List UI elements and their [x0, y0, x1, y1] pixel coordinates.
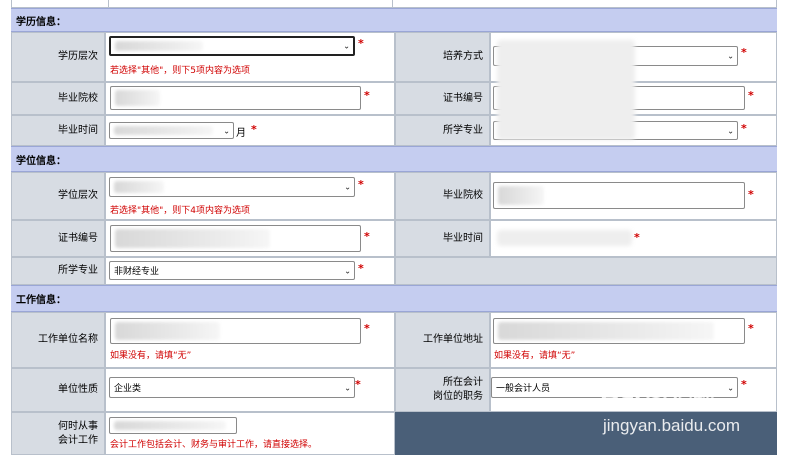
education-grad-time-label: 毕业时间	[11, 115, 105, 146]
section-title-degree: 学位信息：	[16, 155, 66, 167]
unit-address-hint: 如果没有，请填“无”	[494, 351, 576, 361]
degree-level-hint: 若选择"其他"，则下4项内容为选项	[110, 206, 251, 216]
degree-cert-label: 证书编号	[11, 220, 105, 257]
divider	[392, 0, 393, 8]
education-cert-label: 证书编号	[395, 82, 490, 115]
redacted-value	[498, 322, 714, 340]
chevron-down-icon: ⌄	[223, 126, 230, 135]
paw-icon	[644, 384, 668, 409]
section-header-education: 学历信息：	[11, 8, 777, 32]
required-mark: *	[358, 262, 364, 275]
redacted-value	[115, 322, 220, 340]
watermark-url: jingyan.baidu.com	[603, 416, 741, 435]
degree-grad-time-label: 毕业时间	[395, 220, 490, 257]
chevron-down-icon: ⌄	[727, 126, 734, 135]
education-major-label: 所学专业	[395, 115, 490, 146]
required-mark: *	[741, 122, 747, 135]
chevron-down-icon: ⌄	[343, 41, 350, 51]
required-mark: *	[748, 322, 754, 335]
unit-type-label: 单位性质	[11, 368, 105, 412]
section-title-education: 学历信息：	[16, 16, 66, 28]
degree-cert-input[interactable]	[110, 225, 361, 252]
chevron-down-icon: ⌄	[727, 51, 734, 61]
redacted-area	[497, 40, 635, 140]
unit-name-hint: 如果没有，请填“无”	[110, 351, 192, 361]
degree-major-label: 所学专业	[11, 257, 105, 285]
unit-address-label: 工作单位地址	[395, 312, 490, 368]
required-mark: *	[748, 89, 754, 102]
section-header-degree: 学位信息：	[11, 146, 777, 172]
education-school-label: 毕业院校	[11, 82, 105, 115]
month-suffix: 月	[236, 128, 246, 139]
chevron-down-icon: ⌄	[344, 182, 351, 192]
required-mark: *	[364, 230, 370, 243]
accounting-since-select[interactable]	[109, 417, 237, 434]
accounting-post-label: 所在会计 岗位的职务	[395, 368, 490, 412]
required-mark: *	[748, 188, 754, 201]
education-school-input[interactable]	[110, 86, 361, 110]
section-header-work: 工作信息：	[11, 285, 777, 312]
redacted-value	[114, 421, 226, 430]
required-mark: *	[355, 378, 361, 391]
required-mark: *	[358, 37, 364, 50]
education-level-select[interactable]: ⌄	[109, 36, 355, 56]
required-mark: *	[251, 123, 257, 136]
training-mode-label: 培养方式	[395, 32, 490, 82]
degree-major-select[interactable]: 非财经专业 ⌄	[109, 261, 355, 280]
redacted-value	[497, 230, 632, 246]
degree-level-label: 学位层次	[11, 172, 105, 220]
required-mark: *	[634, 231, 640, 244]
degree-major-value: 非财经专业	[114, 267, 160, 277]
required-mark: *	[364, 322, 370, 335]
degree-level-select[interactable]: ⌄	[109, 177, 355, 197]
unit-name-input[interactable]	[110, 318, 361, 344]
accounting-since-label: 何时从事 会计工作	[11, 412, 105, 455]
accounting-post-value: 一般会计人员	[496, 384, 551, 394]
redacted-value	[115, 41, 203, 51]
unit-name-label: 工作单位名称	[11, 312, 105, 368]
education-level-hint: 若选择"其他"，则下5项内容为选项	[110, 66, 251, 76]
watermark-brand: Bai	[600, 381, 642, 412]
required-mark: *	[358, 178, 364, 191]
redacted-value	[498, 186, 544, 205]
required-mark: *	[741, 46, 747, 59]
redacted-value	[115, 229, 270, 248]
chevron-down-icon: ⌄	[344, 266, 351, 275]
accounting-since-hint: 会计工作包括会计、财务与审计工作，请直接选择。	[110, 440, 318, 450]
divider	[108, 0, 109, 8]
degree-school-input[interactable]	[493, 182, 745, 209]
redacted-value	[114, 181, 164, 193]
watermark-brand-cn: 经验	[670, 387, 715, 412]
previous-row-strip	[11, 0, 777, 8]
watermark-logo: Bai 经验	[600, 380, 750, 414]
redacted-value	[115, 90, 160, 106]
unit-type-value: 企业类	[114, 384, 142, 394]
education-level-label: 学历层次	[11, 32, 105, 82]
redacted-value	[114, 126, 213, 135]
unit-address-input[interactable]	[493, 318, 745, 344]
unit-type-select[interactable]: 企业类 ⌄	[109, 377, 355, 398]
degree-school-label: 毕业院校	[395, 172, 490, 220]
chevron-down-icon: ⌄	[344, 383, 351, 392]
education-grad-time-select[interactable]: ⌄	[109, 122, 234, 139]
section-title-work: 工作信息：	[16, 295, 66, 306]
required-mark: *	[364, 89, 370, 102]
empty-cell	[395, 257, 777, 285]
